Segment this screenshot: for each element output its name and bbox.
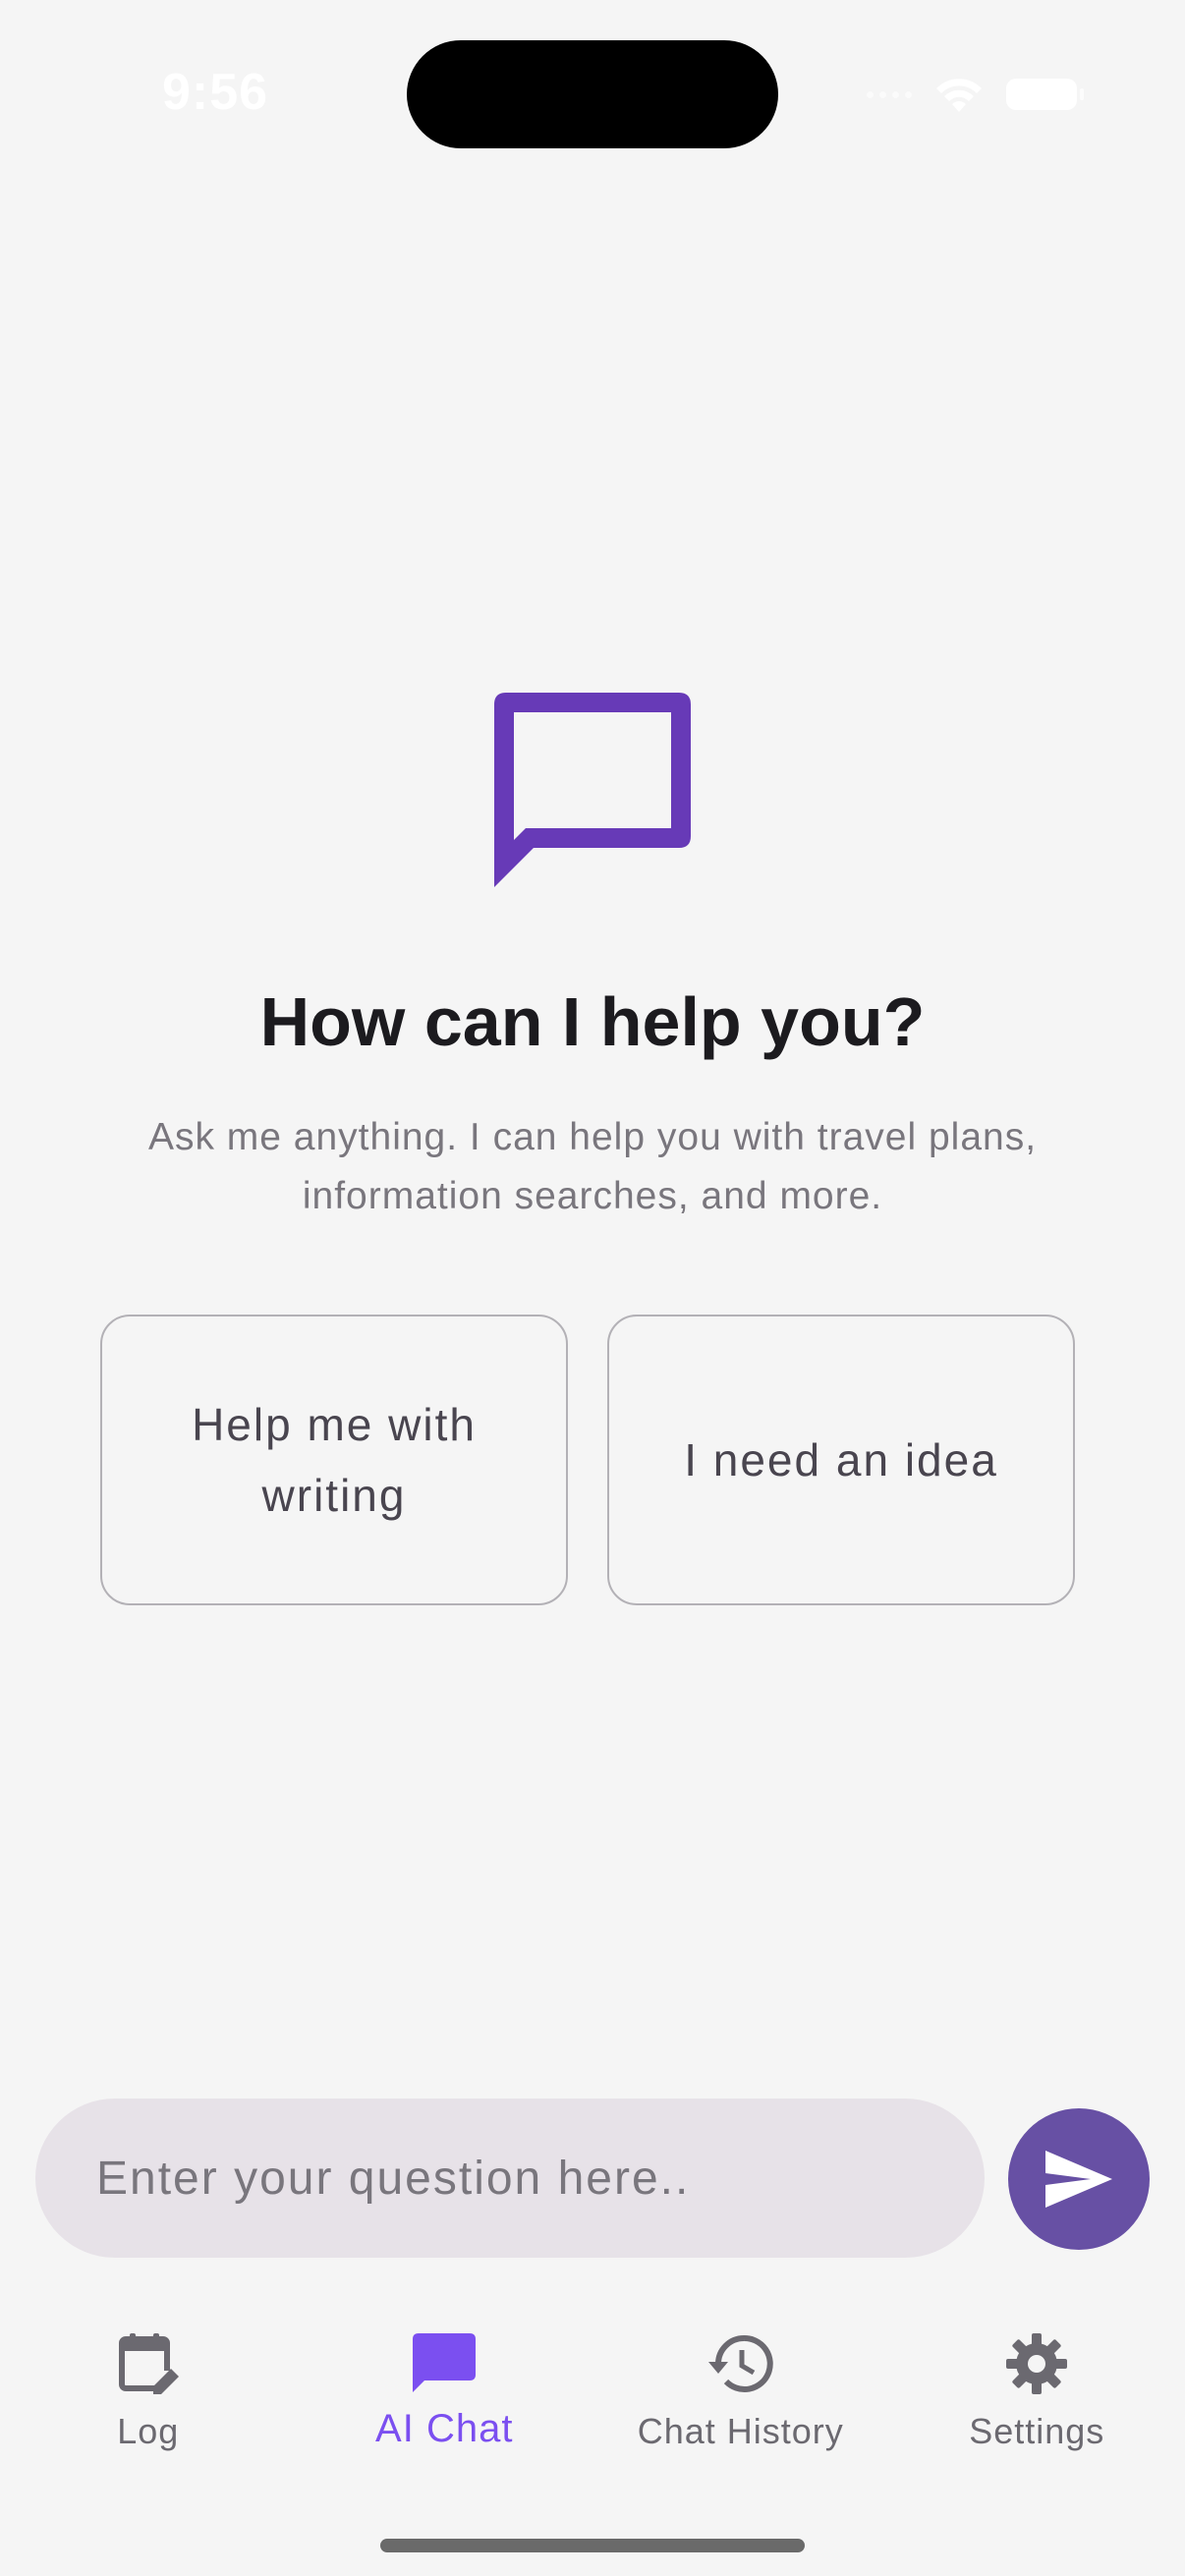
page-subtitle: Ask me anything. I can help you with tra…	[147, 1116, 1038, 1217]
history-icon	[707, 2334, 773, 2392]
cellular-signal-icon	[867, 90, 912, 98]
nav-label-log: Log	[117, 2411, 180, 2451]
chat-input[interactable]	[94, 2150, 926, 2207]
wifi-icon	[936, 79, 982, 112]
chat-bubble-icon	[413, 2333, 477, 2392]
chat-input-container	[35, 2099, 985, 2258]
suggestion-list: Help me with writing I need an idea	[100, 1315, 1085, 1609]
nav-item-chat-history[interactable]: Chat History	[592, 2299, 889, 2476]
calendar-edit-icon	[118, 2333, 179, 2396]
home-indicator[interactable]	[380, 2539, 805, 2552]
nav-item-ai-chat[interactable]: AI Chat	[297, 2299, 593, 2476]
suggestion-idea-button[interactable]: I need an idea	[607, 1315, 1075, 1605]
battery-icon	[1006, 79, 1084, 110]
status-time: 9:56	[162, 64, 269, 121]
dynamic-island	[407, 40, 778, 148]
nav-label-settings: Settings	[969, 2411, 1105, 2451]
nav-item-log[interactable]: Log	[0, 2299, 297, 2476]
page-title: How can I help you?	[259, 983, 926, 1060]
send-icon	[1045, 2151, 1112, 2208]
nav-item-settings[interactable]: Settings	[889, 2299, 1185, 2476]
gear-icon	[1006, 2333, 1068, 2394]
status-icons	[867, 75, 1084, 114]
suggestion-writing-button[interactable]: Help me with writing	[100, 1315, 568, 1605]
chat-bubble-outline-icon	[494, 693, 691, 887]
bottom-nav: Log AI Chat Chat History Settings	[0, 2299, 1185, 2476]
nav-label-chat-history: Chat History	[637, 2411, 844, 2451]
nav-label-ai-chat: AI Chat	[375, 2407, 514, 2450]
ai-chat-screen: 9:56 How can I help you? Ask me anything…	[0, 0, 1185, 2576]
send-button[interactable]	[1008, 2108, 1150, 2250]
